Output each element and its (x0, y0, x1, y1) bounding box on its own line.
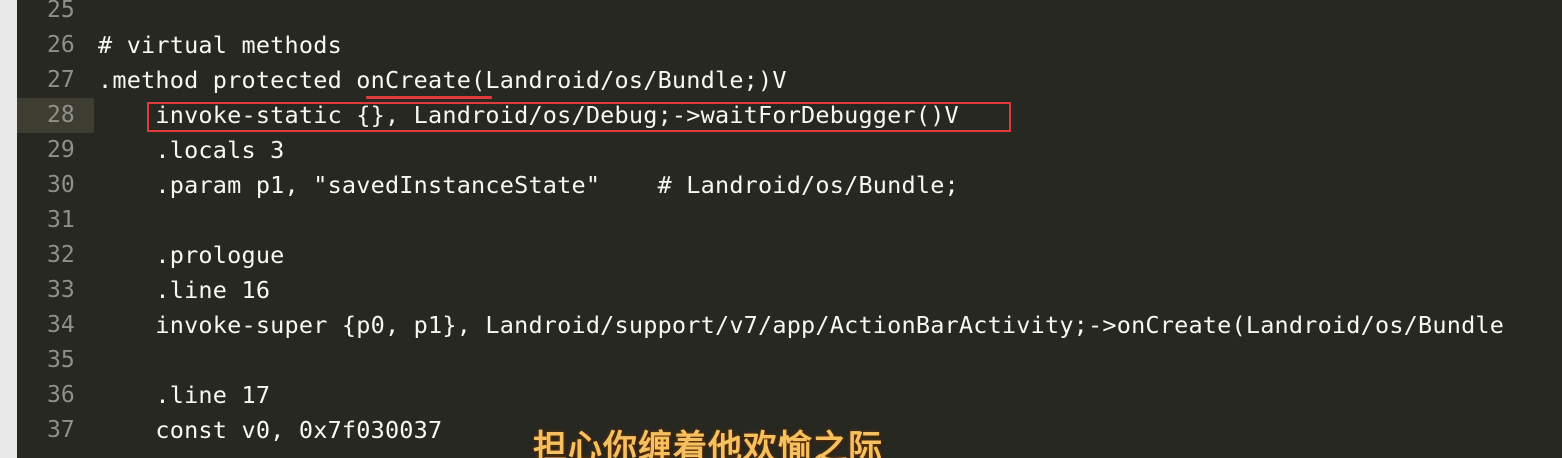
line-number: 33 (47, 277, 75, 303)
line-number: 31 (47, 207, 75, 233)
code-line[interactable]: 30 .param p1, "savedInstanceState" # Lan… (17, 168, 1562, 203)
window-edge (0, 0, 17, 458)
code-line[interactable]: 31 (17, 203, 1562, 238)
line-number: 29 (47, 137, 75, 163)
video-subtitle: 担心你缠着他欢愉之际 (533, 428, 883, 458)
line-number: 27 (47, 67, 75, 93)
code-text[interactable]: .param p1, "savedInstanceState" # Landro… (98, 168, 959, 203)
code-text[interactable]: # virtual methods (98, 28, 342, 63)
code-text[interactable]: .line 17 (98, 378, 270, 413)
code-line[interactable]: 27 .method protected onCreate(Landroid/o… (17, 63, 1562, 98)
code-text[interactable]: invoke-super {p0, p1}, Landroid/support/… (98, 308, 1504, 343)
code-text[interactable]: .prologue (98, 238, 285, 273)
line-number: 35 (47, 347, 75, 373)
line-number: 34 (47, 312, 75, 338)
code-text[interactable]: .locals 3 (98, 133, 285, 168)
line-number: 32 (47, 242, 75, 268)
code-line[interactable]: 33 .line 16 (17, 273, 1562, 308)
code-line[interactable]: 34 invoke-super {p0, p1}, Landroid/suppo… (17, 308, 1562, 343)
oncreate-underline-annotation (366, 96, 492, 99)
code-line[interactable]: 32 .prologue (17, 238, 1562, 273)
code-text[interactable]: const v0, 0x7f030037 (98, 413, 442, 448)
line-number: 30 (47, 172, 75, 198)
line-number: 25 (47, 0, 75, 23)
code-line[interactable]: 26 # virtual methods (17, 28, 1562, 63)
line-number: 28 (17, 98, 94, 133)
line-number: 36 (47, 382, 75, 408)
code-text[interactable]: .method protected onCreate(Landroid/os/B… (98, 63, 787, 98)
code-editor[interactable]: 25 26 # virtual methods 27 .method prote… (0, 0, 1562, 458)
code-line[interactable]: 29 .locals 3 (17, 133, 1562, 168)
highlight-box-annotation (147, 102, 1011, 132)
code-line[interactable]: 25 (17, 0, 1562, 28)
code-line[interactable]: 36 .line 17 (17, 378, 1562, 413)
line-number: 37 (47, 417, 75, 443)
code-text[interactable]: .line 16 (98, 273, 270, 308)
code-line[interactable]: 35 (17, 343, 1562, 378)
line-number: 26 (47, 32, 75, 58)
